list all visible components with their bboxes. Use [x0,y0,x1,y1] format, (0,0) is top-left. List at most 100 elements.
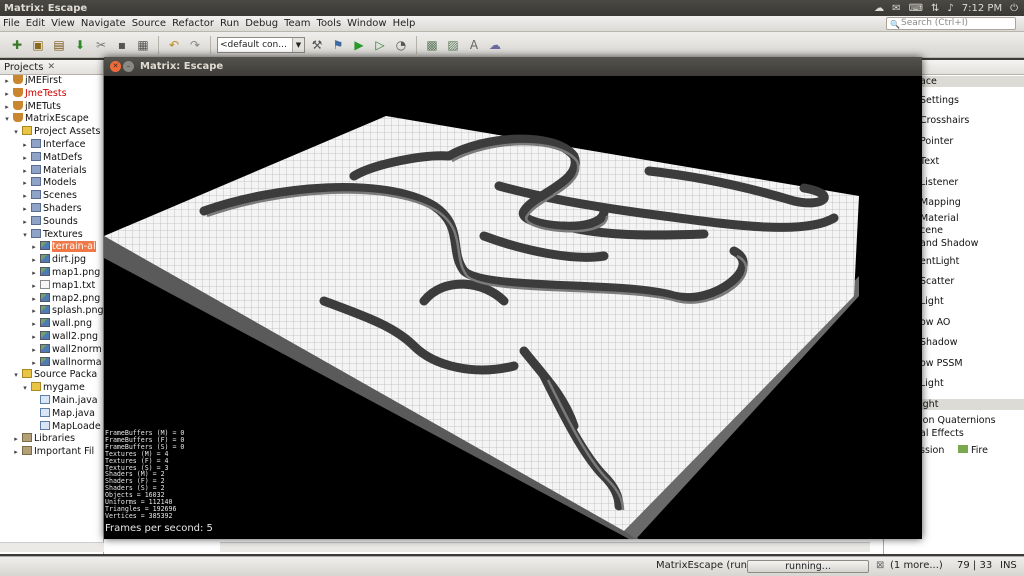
tree-item[interactable]: ▸ JmeTests [0,87,103,101]
tree-item[interactable]: ▸ map1.txt [0,279,103,293]
tree-item[interactable]: MapLoade [0,420,103,434]
search-input[interactable]: 🔍 Search (Ctrl+I) [886,17,1016,30]
close-icon[interactable]: ✕ [110,61,121,72]
chevron-right-icon[interactable]: ▸ [21,216,29,229]
tree-item[interactable]: ▸ dirt.jpg [0,254,103,267]
profile-icon[interactable]: ◔ [392,36,410,54]
tree-item[interactable]: ▸ wall.png [0,318,103,331]
tree-item[interactable]: ▾ Source Packa [0,369,103,382]
mail-icon[interactable]: ✉ [892,3,900,14]
chevron-right-icon[interactable]: ▸ [3,88,11,101]
menu-run[interactable]: Run [217,18,242,29]
chevron-right-icon[interactable]: ▸ [30,267,38,280]
close-icon[interactable]: ⊠ [876,560,884,571]
menu-edit[interactable]: Edit [23,18,48,29]
save-icon[interactable]: ▪ [113,36,131,54]
menu-navigate[interactable]: Navigate [78,18,129,29]
tree-item[interactable]: ▸ Libraries [0,433,103,446]
chevron-right-icon[interactable]: ▸ [30,280,38,293]
tree-item[interactable]: ▸ wall2norm [0,343,103,357]
chevron-down-icon[interactable]: ▾ [12,369,20,382]
menu-view[interactable]: View [48,18,78,29]
tree-item[interactable]: ▸ Scenes [0,190,103,203]
chevron-right-icon[interactable]: ▸ [21,152,29,165]
chevron-right-icon[interactable]: ▸ [21,190,29,203]
tree-item[interactable]: ▸ jMETuts [0,100,103,114]
tree-item[interactable]: ▸ Shaders [0,202,103,216]
tab-projects[interactable]: Projects ✕ [0,60,103,75]
tree-item[interactable]: ▸ splash.png [0,305,103,318]
tree-item[interactable]: ▸ wall2.png [0,330,103,344]
menu-file[interactable]: File [0,18,23,29]
horizontal-scrollbar[interactable] [220,542,870,552]
menu-team[interactable]: Team [281,18,313,29]
tree-item[interactable]: ▾ Project Assets [0,126,103,139]
tree-item[interactable]: ▸ Important Fil [0,446,103,459]
chevron-right-icon[interactable]: ▸ [30,318,38,331]
tree-item[interactable]: ▸ MatDefs [0,151,103,165]
build-icon[interactable]: ⚒ [308,36,326,54]
clock[interactable]: 7:12 PM [962,3,1002,14]
tree-item[interactable]: ▸ map1.png [0,266,103,280]
chevron-right-icon[interactable]: ▸ [30,254,38,267]
chevron-right-icon[interactable]: ▸ [21,165,29,178]
chevron-right-icon[interactable]: ▸ [21,177,29,190]
game-window-titlebar[interactable]: Matrix: Escape [104,57,922,76]
tree-item[interactable]: ▸ Materials [0,164,103,178]
more-tasks-link[interactable]: (1 more...) [890,560,943,571]
chevron-right-icon[interactable]: ▸ [30,331,38,344]
menu-help[interactable]: Help [390,18,419,29]
network-icon[interactable]: ⇅ [931,3,939,14]
chevron-down-icon[interactable]: ▾ [12,126,20,139]
cloud-icon[interactable]: ☁ [874,3,884,14]
run-status-label[interactable]: MatrixEscape (run) [656,560,751,571]
menu-debug[interactable]: Debug [242,18,281,29]
tree-item[interactable]: ▾ mygame [0,382,103,395]
chevron-down-icon[interactable]: ▾ [21,229,29,242]
debug-icon[interactable]: ▷ [371,36,389,54]
chevron-right-icon[interactable]: ▸ [30,305,38,318]
tree-item[interactable]: ▸ terrain-al [0,241,103,254]
clean-build-icon[interactable]: ⚑ [329,36,347,54]
chevron-down-icon[interactable]: ▾ [3,113,11,126]
menu-window[interactable]: Window [344,18,389,29]
tree-item[interactable]: ▾ MatrixEscape [0,113,103,126]
tree-item[interactable]: ▸ Sounds [0,215,103,229]
chevron-right-icon[interactable]: ▸ [30,241,38,254]
configuration-select[interactable]: <default con... ▼ [217,36,305,53]
tree-item[interactable]: ▸ Models [0,177,103,190]
tree-item[interactable]: Main.java [0,394,103,408]
chevron-right-icon[interactable]: ▸ [12,433,20,446]
menu-refactor[interactable]: Refactor [169,18,217,29]
undo-icon[interactable]: ↶ [165,36,183,54]
minimize-icon[interactable]: – [123,61,134,72]
chevron-down-icon[interactable]: ▾ [21,382,29,395]
redo-icon[interactable]: ↷ [186,36,204,54]
tree-item[interactable]: ▸ jMEFirst [0,75,103,88]
volume-icon[interactable]: ♪ [947,3,953,14]
new-file-icon[interactable]: ✚ [8,36,26,54]
screen-icon[interactable]: ▩ [423,36,441,54]
horizontal-scrollbar[interactable] [0,542,104,552]
new-project-icon[interactable]: ▣ [29,36,47,54]
chevron-right-icon[interactable]: ▸ [3,101,11,114]
run-icon[interactable]: ▶ [350,36,368,54]
run-progress[interactable]: running... [747,560,869,573]
tree-item[interactable]: Map.java [0,407,103,421]
menu-source[interactable]: Source [129,18,169,29]
chevron-right-icon[interactable]: ▸ [30,344,38,357]
save-all-icon[interactable]: ▦ [134,36,152,54]
tree-item[interactable]: ▸ map2.png [0,292,103,306]
chevron-right-icon[interactable]: ▸ [21,139,29,152]
clean-icon[interactable]: ✂ [92,36,110,54]
open-project-icon[interactable]: ▤ [50,36,68,54]
chevron-right-icon[interactable]: ▸ [30,293,38,306]
tree-item[interactable]: ▸ wallnorma [0,356,103,370]
power-icon[interactable]: ⏻ [1010,3,1018,14]
tree-item[interactable]: ▸ Interface [0,138,103,152]
chevron-right-icon[interactable]: ▸ [21,203,29,216]
keyboard-icon[interactable]: ⌨ [909,3,923,14]
tree-item[interactable]: ▾ Textures [0,228,103,242]
chevron-right-icon[interactable]: ▸ [30,357,38,370]
text-icon[interactable]: A [465,36,483,54]
